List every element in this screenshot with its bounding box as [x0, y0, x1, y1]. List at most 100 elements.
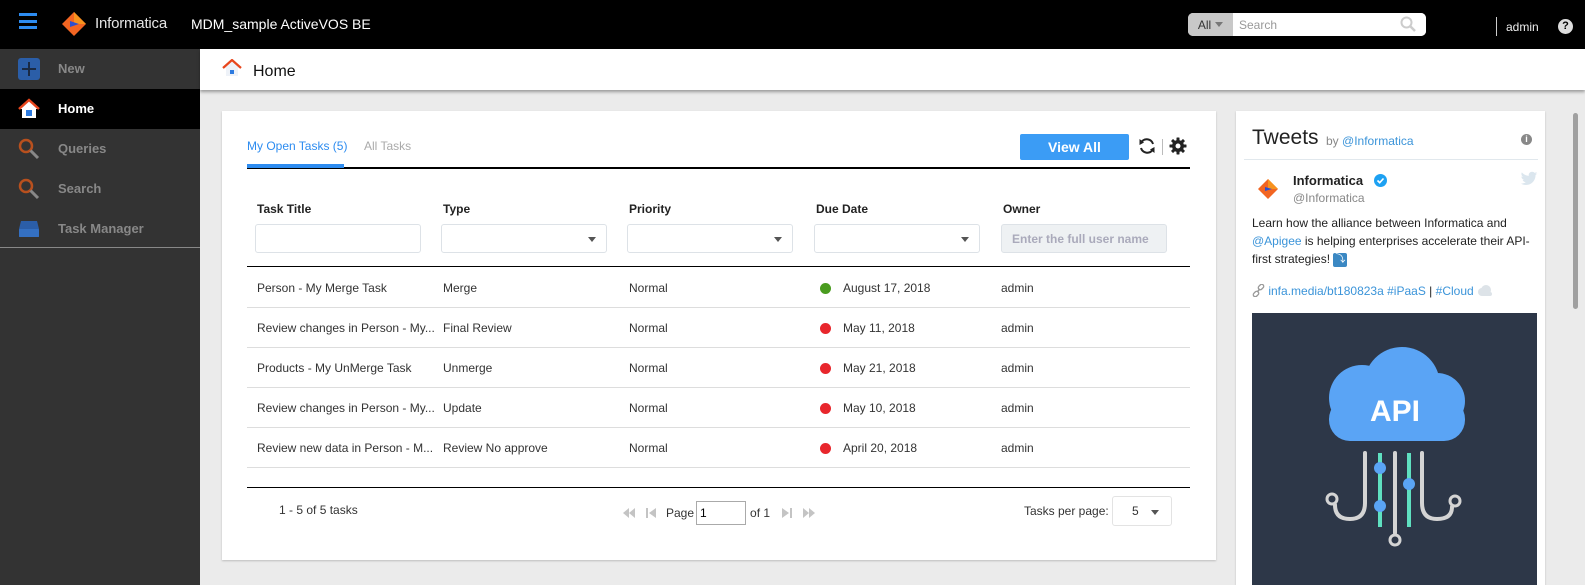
divider: [247, 266, 1190, 267]
tweets-by-prefix: by: [1326, 134, 1339, 148]
due-date-filter-dropdown[interactable]: [814, 224, 980, 253]
search-scope-dropdown[interactable]: All: [1188, 13, 1233, 36]
help-icon[interactable]: ?: [1558, 19, 1573, 34]
page-header: Home: [200, 49, 1585, 90]
tweet-text-part: Learn how the alliance between Informati…: [1252, 216, 1507, 230]
scrollbar-thumb[interactable]: [1573, 113, 1578, 309]
app-title: MDM_sample ActiveVOS BE: [191, 16, 371, 32]
cell-owner: admin: [1001, 441, 1034, 455]
cell-due-date: August 17, 2018: [843, 281, 931, 295]
divider: [1162, 139, 1163, 155]
arrow-down-emoji-icon: ⤵: [1333, 252, 1348, 267]
previous-page-icon[interactable]: [644, 506, 658, 520]
chevron-down-icon: [1151, 510, 1159, 515]
tweets-by: by @Informatica: [1326, 134, 1414, 148]
cell-priority: Normal: [629, 441, 668, 455]
column-header-due-date[interactable]: Due Date: [816, 202, 868, 216]
tweet-mention-link[interactable]: @Apigee: [1252, 234, 1302, 248]
search-scope-value: All: [1197, 17, 1212, 32]
sidebar-item-label: Search: [58, 181, 102, 196]
cell-due-date: May 10, 2018: [843, 401, 916, 415]
menu-icon[interactable]: [19, 13, 37, 29]
sidebar-item-label: Queries: [58, 141, 107, 156]
global-search: All: [1188, 13, 1426, 36]
chevron-down-icon: [961, 237, 969, 242]
cell-task-title: Products - My UnMerge Task: [257, 361, 412, 375]
column-header-priority[interactable]: Priority: [629, 202, 671, 216]
cell-due-date: May 11, 2018: [843, 321, 915, 335]
status-dot-icon: [820, 323, 831, 334]
tab-my-open-tasks[interactable]: My Open Tasks (5): [247, 139, 347, 153]
home-icon: [222, 59, 242, 76]
cell-owner: admin: [1001, 401, 1034, 415]
cell-type: Review No approve: [443, 441, 548, 455]
sidebar-item-label: Task Manager: [58, 221, 144, 236]
column-header-task-title[interactable]: Task Title: [257, 202, 311, 216]
cell-priority: Normal: [629, 401, 668, 415]
search-icon: [18, 178, 40, 200]
cell-type: Final Review: [443, 321, 512, 335]
tweets-handle-link[interactable]: @Informatica: [1342, 134, 1414, 148]
tweet-author-name[interactable]: Informatica: [1293, 173, 1363, 188]
priority-filter-dropdown[interactable]: [627, 224, 793, 253]
tasks-per-page-dropdown[interactable]: 5: [1112, 496, 1172, 526]
cell-type: Update: [443, 401, 482, 415]
hashtag-link[interactable]: #Cloud: [1436, 284, 1474, 298]
view-all-button[interactable]: View All: [1020, 134, 1129, 160]
next-page-icon[interactable]: [780, 506, 794, 520]
table-row[interactable]: Products - My UnMerge Task Unmerge Normal M…: [247, 348, 1190, 388]
info-icon[interactable]: i: [1521, 134, 1532, 145]
cell-owner: admin: [1001, 281, 1034, 295]
cell-type: Merge: [443, 281, 478, 295]
user-menu[interactable]: admin: [1506, 20, 1539, 34]
first-page-icon[interactable]: [622, 506, 636, 520]
column-header-owner[interactable]: Owner: [1003, 202, 1040, 216]
cell-due-date: May 21, 2018: [843, 361, 916, 375]
twitter-icon[interactable]: [1520, 171, 1538, 187]
plus-icon: [18, 58, 40, 80]
type-filter-dropdown[interactable]: [441, 224, 607, 253]
tweet-author-handle[interactable]: @Informatica: [1293, 191, 1365, 205]
page-total: of 1: [750, 506, 771, 520]
sidebar-item-task-manager[interactable]: Task Manager: [0, 209, 200, 249]
search-icon[interactable]: [1400, 16, 1416, 32]
tab-all-tasks[interactable]: All Tasks: [364, 139, 411, 153]
task-title-filter-input[interactable]: [256, 225, 420, 252]
tweets-title: Tweets: [1252, 126, 1319, 149]
separator: |: [1429, 284, 1433, 298]
task-title-filter[interactable]: [255, 224, 421, 253]
hashtag-link[interactable]: #iPaaS: [1387, 284, 1426, 298]
column-header-type[interactable]: Type: [443, 202, 470, 216]
avatar[interactable]: [1256, 177, 1280, 201]
sidebar-item-new[interactable]: New: [0, 49, 200, 89]
sidebar-item-queries[interactable]: Queries: [0, 129, 200, 169]
page-number-input[interactable]: [696, 501, 747, 525]
cell-owner: admin: [1001, 361, 1034, 375]
refresh-icon[interactable]: [1138, 137, 1156, 155]
link-icon: [1252, 283, 1265, 298]
table-row[interactable]: Review new data in Person - M... Review N…: [247, 428, 1190, 468]
verified-icon: [1374, 174, 1387, 187]
table-row[interactable]: Review changes in Person - My... Update No…: [247, 388, 1190, 428]
sidebar-item-search[interactable]: Search: [0, 169, 200, 209]
active-tab-indicator: [247, 164, 344, 168]
api-label: API: [1370, 395, 1420, 428]
informatica-logo-icon: [62, 12, 86, 36]
table-row[interactable]: Person - My Merge Task Merge Normal August …: [247, 268, 1190, 308]
last-page-icon[interactable]: [802, 506, 816, 520]
scrollbar[interactable]: [1568, 111, 1585, 585]
search-input[interactable]: [1233, 13, 1426, 36]
gear-icon[interactable]: [1169, 137, 1187, 155]
owner-filter-input[interactable]: [1002, 225, 1166, 252]
sidebar-item-home[interactable]: Home: [0, 89, 200, 129]
cell-owner: admin: [1001, 321, 1034, 335]
tasks-panel: My Open Tasks (5) All Tasks View All Tas…: [222, 111, 1216, 560]
status-dot-icon: [820, 443, 831, 454]
table-row[interactable]: Review changes in Person - My... Final Re…: [247, 308, 1190, 348]
tweet-text: Learn how the alliance between Informati…: [1252, 214, 1537, 268]
tweet-image[interactable]: API: [1252, 313, 1537, 585]
cell-type: Unmerge: [443, 361, 493, 375]
tweet-url-link[interactable]: infa.media/bt180823a: [1268, 284, 1383, 298]
owner-filter[interactable]: [1001, 224, 1167, 253]
sidebar-item-label: Home: [58, 101, 95, 116]
